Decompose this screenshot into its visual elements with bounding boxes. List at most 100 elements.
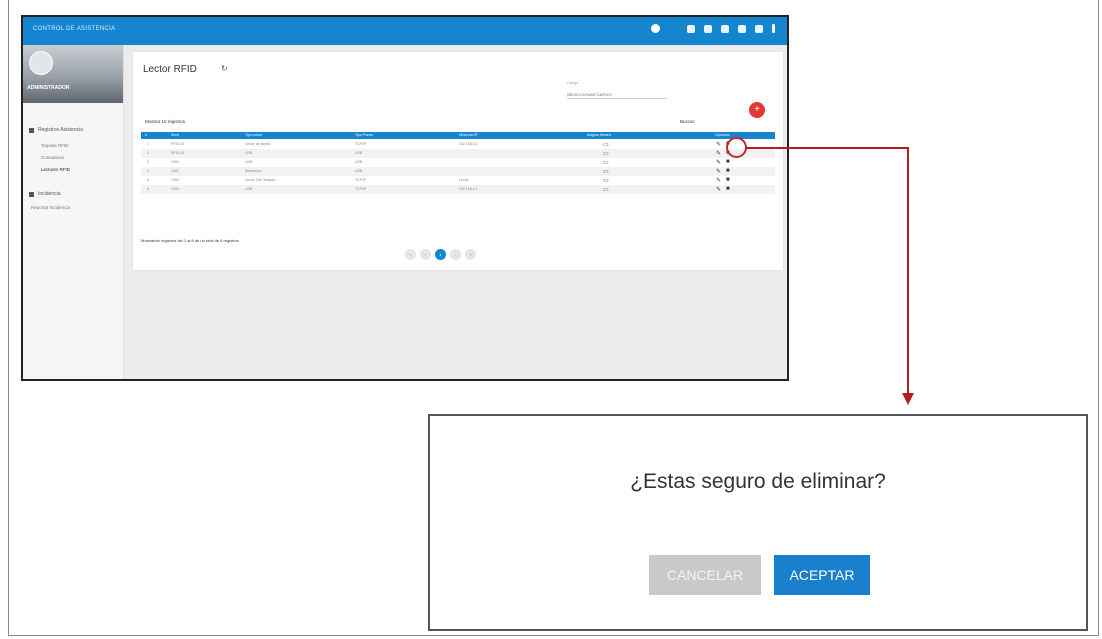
chat-icon[interactable] [738, 24, 746, 33]
schedule-icon[interactable]: ▭ [603, 177, 609, 184]
table-row: 1 RFID-01 Lector de tarjeta TCP/IP 192.1… [141, 140, 775, 149]
table-cell: RFID-01 [171, 142, 185, 146]
table-cell: 192.168.0.1 [459, 142, 478, 146]
avatar[interactable] [29, 51, 53, 75]
toolbar-icons [651, 24, 775, 33]
table-cell: Lector [459, 178, 469, 182]
table-row: 4 1002 Biometrico USB ▭ ✎ ■ [141, 167, 775, 176]
schedule-icon[interactable]: ▭ [603, 159, 609, 166]
show-entries[interactable]: Mostrar 10 registros [145, 119, 185, 124]
table-cell: TCP/IP [355, 142, 367, 146]
table-row: 5 1003 Lector Con Teclado TCP/IP Lector … [141, 176, 775, 185]
table-cell: USB [245, 160, 253, 164]
table-cell: 1002 [171, 169, 179, 173]
table-row: 6 1004 USB TCP/IP 192.168.1.2 ▭ ✎ ■ [141, 185, 775, 194]
highlight-circle [726, 137, 747, 158]
table-cell: 192.168.1.2 [459, 187, 478, 191]
sidebar-item-registros[interactable]: Registros Asistencia [29, 127, 83, 133]
more-icon[interactable] [772, 24, 775, 33]
page-title: Lector RFID [143, 64, 197, 75]
column-header: Tipo Puerto [355, 133, 373, 137]
schedule-icon[interactable]: ▭ [603, 186, 609, 193]
arrow-head-icon [902, 393, 914, 405]
notification-icon[interactable] [687, 24, 695, 33]
delete-icon[interactable]: ■ [726, 168, 730, 174]
table-cell: USB [355, 151, 363, 155]
profile-name: ADMINISTRADOR [27, 85, 70, 91]
table-cell: 5 [147, 178, 149, 182]
column-header: Tipo Lector [245, 133, 263, 137]
edit-icon[interactable]: ✎ [716, 159, 721, 166]
top-bar: CONTROL DE ASISTENCIA [23, 17, 787, 45]
sidebar-item-label: Incidencia [38, 191, 61, 197]
table-cell: 1003 [171, 178, 179, 182]
incident-icon [29, 191, 34, 197]
delete-icon[interactable]: ■ [726, 186, 730, 192]
table-cell: 3 [147, 160, 149, 164]
sidebar-item-incidencia[interactable]: Incidencia [29, 191, 61, 197]
callout-arrow [907, 147, 909, 394]
sidebar-subitem-contadores[interactable]: Contadores [41, 155, 64, 160]
cargo-select[interactable]: SELECCIONAR CARGO [567, 92, 667, 99]
sidebar-subitem-reportar[interactable]: Reportar Incidencia [31, 205, 70, 210]
calendar-icon[interactable] [721, 24, 729, 33]
sidebar-subitem-lectores[interactable]: Lectores RFID [41, 167, 70, 172]
add-button[interactable]: + [749, 102, 765, 118]
table-cell: 2 [147, 151, 149, 155]
table-cell: USB [245, 187, 253, 191]
schedule-icon[interactable]: ▭ [603, 141, 609, 148]
table-cell: 4 [147, 169, 149, 173]
table-row: 2 RFID-02 USB USB ▭ ✎ ■ [141, 149, 775, 158]
callout-arrow [746, 147, 908, 149]
page-last-button[interactable]: » [465, 249, 476, 260]
schedule-icon[interactable]: ▭ [603, 168, 609, 175]
confirm-dialog: ¿Estas seguro de eliminar? CANCELAR ACEP… [428, 414, 1088, 631]
settings-icon[interactable] [704, 24, 712, 33]
edit-icon[interactable]: ✎ [716, 177, 721, 184]
showing-text: Mostrando registros del 1 al 6 de un tot… [141, 238, 239, 243]
column-header: Serie [171, 133, 180, 137]
table-cell: Lector de tarjeta [245, 142, 271, 146]
table-cell: 1001 [171, 160, 179, 164]
schedule-icon[interactable]: ▭ [603, 150, 609, 157]
table-cell: 1004 [171, 187, 179, 191]
app-screenshot: CONTROL DE ASISTENCIA ADMINISTRADOR Regi… [21, 15, 789, 381]
dialog-message: ¿Estas seguro de eliminar? [630, 470, 886, 493]
main-panel: Lector RFID ↻ Cargo SELECCIONAR CARGO + … [133, 52, 783, 270]
cargo-label: Cargo [567, 80, 578, 85]
table-cell: Biometrico [245, 169, 262, 173]
column-header: # [145, 133, 147, 137]
pagination: « ‹ 1 › » [405, 249, 476, 260]
edit-icon[interactable]: ✎ [716, 141, 721, 148]
table-header: # Serie Tipo Lector Tipo Puerto Direcció… [141, 132, 775, 139]
page-prev-button[interactable]: ‹ [420, 249, 431, 260]
table-cell: USB [355, 169, 363, 173]
grid-icon[interactable] [755, 24, 763, 33]
column-header: Opciones [715, 133, 730, 137]
refresh-icon[interactable]: ↻ [221, 64, 228, 73]
accept-button[interactable]: ACEPTAR [774, 555, 870, 595]
profile-header: ADMINISTRADOR [23, 45, 123, 103]
table-cell: TCP/IP [355, 187, 367, 191]
delete-icon[interactable]: ■ [726, 177, 730, 183]
page-next-button[interactable]: › [450, 249, 461, 260]
page-first-button[interactable]: « [405, 249, 416, 260]
edit-icon[interactable]: ✎ [716, 186, 721, 193]
table-cell: RFID-02 [171, 151, 185, 155]
sidebar: ADMINISTRADOR Registros Asistencia Tarje… [23, 45, 124, 379]
cancel-button[interactable]: CANCELAR [649, 555, 761, 595]
edit-icon[interactable]: ✎ [716, 168, 721, 175]
page-number-button[interactable]: 1 [435, 249, 446, 260]
table-cell: USB [355, 160, 363, 164]
sidebar-subitem-tarjetas[interactable]: Tarjetas RFID [41, 143, 69, 148]
table-row: 3 1001 USB USB ▭ ✎ ■ [141, 158, 775, 167]
list-icon [29, 127, 34, 133]
edit-icon[interactable]: ✎ [716, 150, 721, 157]
delete-icon[interactable]: ■ [726, 159, 730, 165]
search-label: Buscar: [680, 119, 696, 124]
sidebar-item-label: Registros Asistencia [38, 127, 84, 133]
table-cell: USB [245, 151, 253, 155]
column-header: Dirección IP [459, 133, 478, 137]
table-cell: Lector Con Teclado [245, 178, 276, 182]
user-icon[interactable] [651, 24, 660, 33]
